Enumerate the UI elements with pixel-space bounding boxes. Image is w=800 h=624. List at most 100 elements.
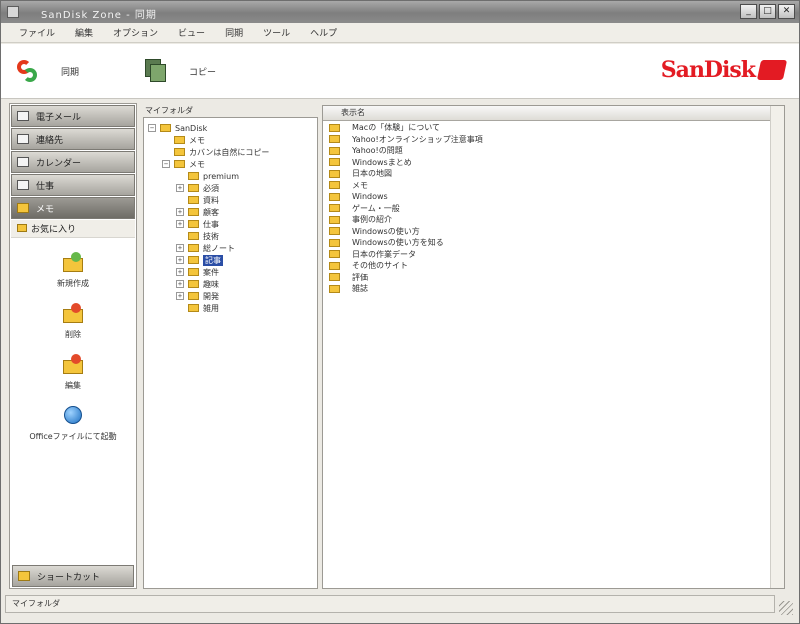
nav-favorites[interactable]: お気に入り	[11, 220, 135, 238]
list-item[interactable]: 日本の作業データ	[323, 249, 772, 261]
folder-icon	[174, 136, 185, 144]
envelope-icon	[17, 111, 29, 121]
nav-shortcuts-label: ショートカット	[37, 572, 101, 583]
tree-node[interactable]: カバンは自然にコピー	[144, 146, 319, 158]
folder-tree[interactable]: − SanDisk メモ カバンは自然にコピー − メモ premium + 必須 資料 + 顧客 + 仕…	[143, 117, 318, 589]
tree-node[interactable]: − メモ	[144, 158, 319, 170]
delete-tile[interactable]: 削除	[10, 303, 136, 340]
list-item[interactable]: Windows	[323, 191, 772, 203]
folder-icon	[329, 123, 340, 132]
tree-node[interactable]: 雑用	[144, 302, 319, 314]
list-item[interactable]: 雑誌	[323, 283, 772, 295]
tree-expander-icon[interactable]: +	[176, 184, 184, 192]
nav-shortcuts[interactable]: ショートカット	[12, 565, 134, 587]
folder-icon	[329, 192, 340, 201]
app-icon[interactable]	[7, 6, 19, 18]
nav-email[interactable]: 電子メール	[11, 105, 135, 127]
window-controls: _ □ ✕	[740, 4, 795, 19]
close-button[interactable]: ✕	[778, 4, 795, 19]
tree-node[interactable]: + 仕事	[144, 218, 319, 230]
tree-expander-icon[interactable]: −	[148, 124, 156, 132]
menu-help[interactable]: ヘルプ	[300, 26, 347, 39]
folder-icon	[188, 184, 199, 192]
tree-node[interactable]: メモ	[144, 134, 319, 146]
nav-favorites-label: お気に入り	[31, 225, 77, 235]
menu-edit[interactable]: 編集	[65, 26, 103, 39]
copy-button[interactable]: コピー	[145, 58, 216, 84]
list-item[interactable]: メモ	[323, 180, 772, 192]
tree-node-label: メモ	[189, 159, 205, 169]
list-item-label: 雑誌	[352, 284, 368, 294]
tree-node-label: 資料	[203, 195, 219, 205]
menu-sync[interactable]: 同期	[215, 26, 253, 39]
nav-contacts[interactable]: 連絡先	[11, 128, 135, 150]
tree-node-label: SanDisk	[175, 123, 208, 133]
tree-node-label: 総ノート	[203, 243, 235, 253]
sync-button[interactable]: 同期	[15, 58, 79, 84]
menu-tools[interactable]: ツール	[253, 26, 300, 39]
list-item[interactable]: その他のサイト	[323, 260, 772, 272]
list-item[interactable]: Macの「体験」について	[323, 122, 772, 134]
office-open-tile[interactable]: Officeファイルにて起動	[10, 405, 136, 442]
resize-grip[interactable]	[779, 601, 793, 615]
tree-node[interactable]: premium	[144, 170, 319, 182]
tree-expander-icon[interactable]: +	[176, 220, 184, 228]
tree-node-label: 開発	[203, 291, 219, 301]
tree-node-label: premium	[203, 171, 239, 181]
nav-memo[interactable]: メモ	[11, 197, 135, 219]
list-item-label: Macの「体験」について	[352, 123, 440, 133]
maximize-button[interactable]: □	[759, 4, 776, 19]
column-header-name[interactable]: 表示名	[323, 106, 772, 121]
folder-icon	[329, 181, 340, 190]
list-item[interactable]: 事例の紹介	[323, 214, 772, 226]
tree-node[interactable]: + 記事	[144, 254, 319, 266]
list-item-label: Windowsの使い方を知る	[352, 238, 444, 248]
list-item[interactable]: ゲーム・一般	[323, 203, 772, 215]
tree-node-label: 案件	[203, 267, 219, 277]
toolbar: 同期 コピー SanDisk	[1, 44, 799, 99]
list-item[interactable]: Windowsの使い方を知る	[323, 237, 772, 249]
folder-icon	[329, 273, 340, 282]
tree-node[interactable]: + 趣味	[144, 278, 319, 290]
menu-view[interactable]: ビュー	[168, 26, 215, 39]
tree-node[interactable]: + 必須	[144, 182, 319, 194]
new-folder-icon	[61, 252, 85, 274]
folder-icon	[329, 135, 340, 144]
tree-expander-icon[interactable]: +	[176, 292, 184, 300]
edit-tile[interactable]: 編集	[10, 354, 136, 391]
tree-expander-icon[interactable]: −	[162, 160, 170, 168]
tree-node[interactable]: − SanDisk	[144, 122, 319, 134]
tree-node[interactable]: + 案件	[144, 266, 319, 278]
minimize-button[interactable]: _	[740, 4, 757, 19]
list-item[interactable]: 日本の地図	[323, 168, 772, 180]
tree-expander-icon[interactable]: +	[176, 256, 184, 264]
title-bar[interactable]: SanDisk Zone - 同期 _ □ ✕	[1, 1, 799, 23]
tree-node[interactable]: 技術	[144, 230, 319, 242]
folder-icon	[329, 227, 340, 236]
tree-expander-icon[interactable]: +	[176, 268, 184, 276]
tree-expander-icon[interactable]: +	[176, 244, 184, 252]
app-window: SanDisk Zone - 同期 _ □ ✕ ファイル 編集 オプション ビュ…	[0, 0, 800, 624]
tree-expander-icon[interactable]: +	[176, 208, 184, 216]
list-item[interactable]: Windowsの使い方	[323, 226, 772, 238]
sync-label: 同期	[61, 67, 80, 78]
tree-node[interactable]: + 顧客	[144, 206, 319, 218]
nav-tasks[interactable]: 仕事	[11, 174, 135, 196]
folder-icon	[329, 204, 340, 213]
vertical-scrollbar[interactable]	[770, 106, 784, 588]
list-item[interactable]: Yahoo!オンラインショップ注意事項	[323, 134, 772, 146]
item-list[interactable]: 表示名 Macの「体験」について Yahoo!オンラインショップ注意事項 Yahoo…	[322, 105, 785, 589]
tree-node[interactable]: 資料	[144, 194, 319, 206]
list-item[interactable]: Windowsまとめ	[323, 157, 772, 169]
tree-node[interactable]: + 総ノート	[144, 242, 319, 254]
list-item[interactable]: 評価	[323, 272, 772, 284]
nav-calendar[interactable]: カレンダー	[11, 151, 135, 173]
new-item-tile[interactable]: 新規作成	[10, 252, 136, 289]
tree-nodes: − SanDisk メモ カバンは自然にコピー − メモ premium + 必須 資料 + 顧客 + 仕…	[144, 122, 319, 314]
menu-options[interactable]: オプション	[103, 26, 168, 39]
tree-node[interactable]: + 開発	[144, 290, 319, 302]
menu-file[interactable]: ファイル	[9, 26, 65, 39]
list-item[interactable]: Yahoo!の問題	[323, 145, 772, 157]
brand-mark-icon	[756, 60, 788, 80]
tree-expander-icon[interactable]: +	[176, 280, 184, 288]
